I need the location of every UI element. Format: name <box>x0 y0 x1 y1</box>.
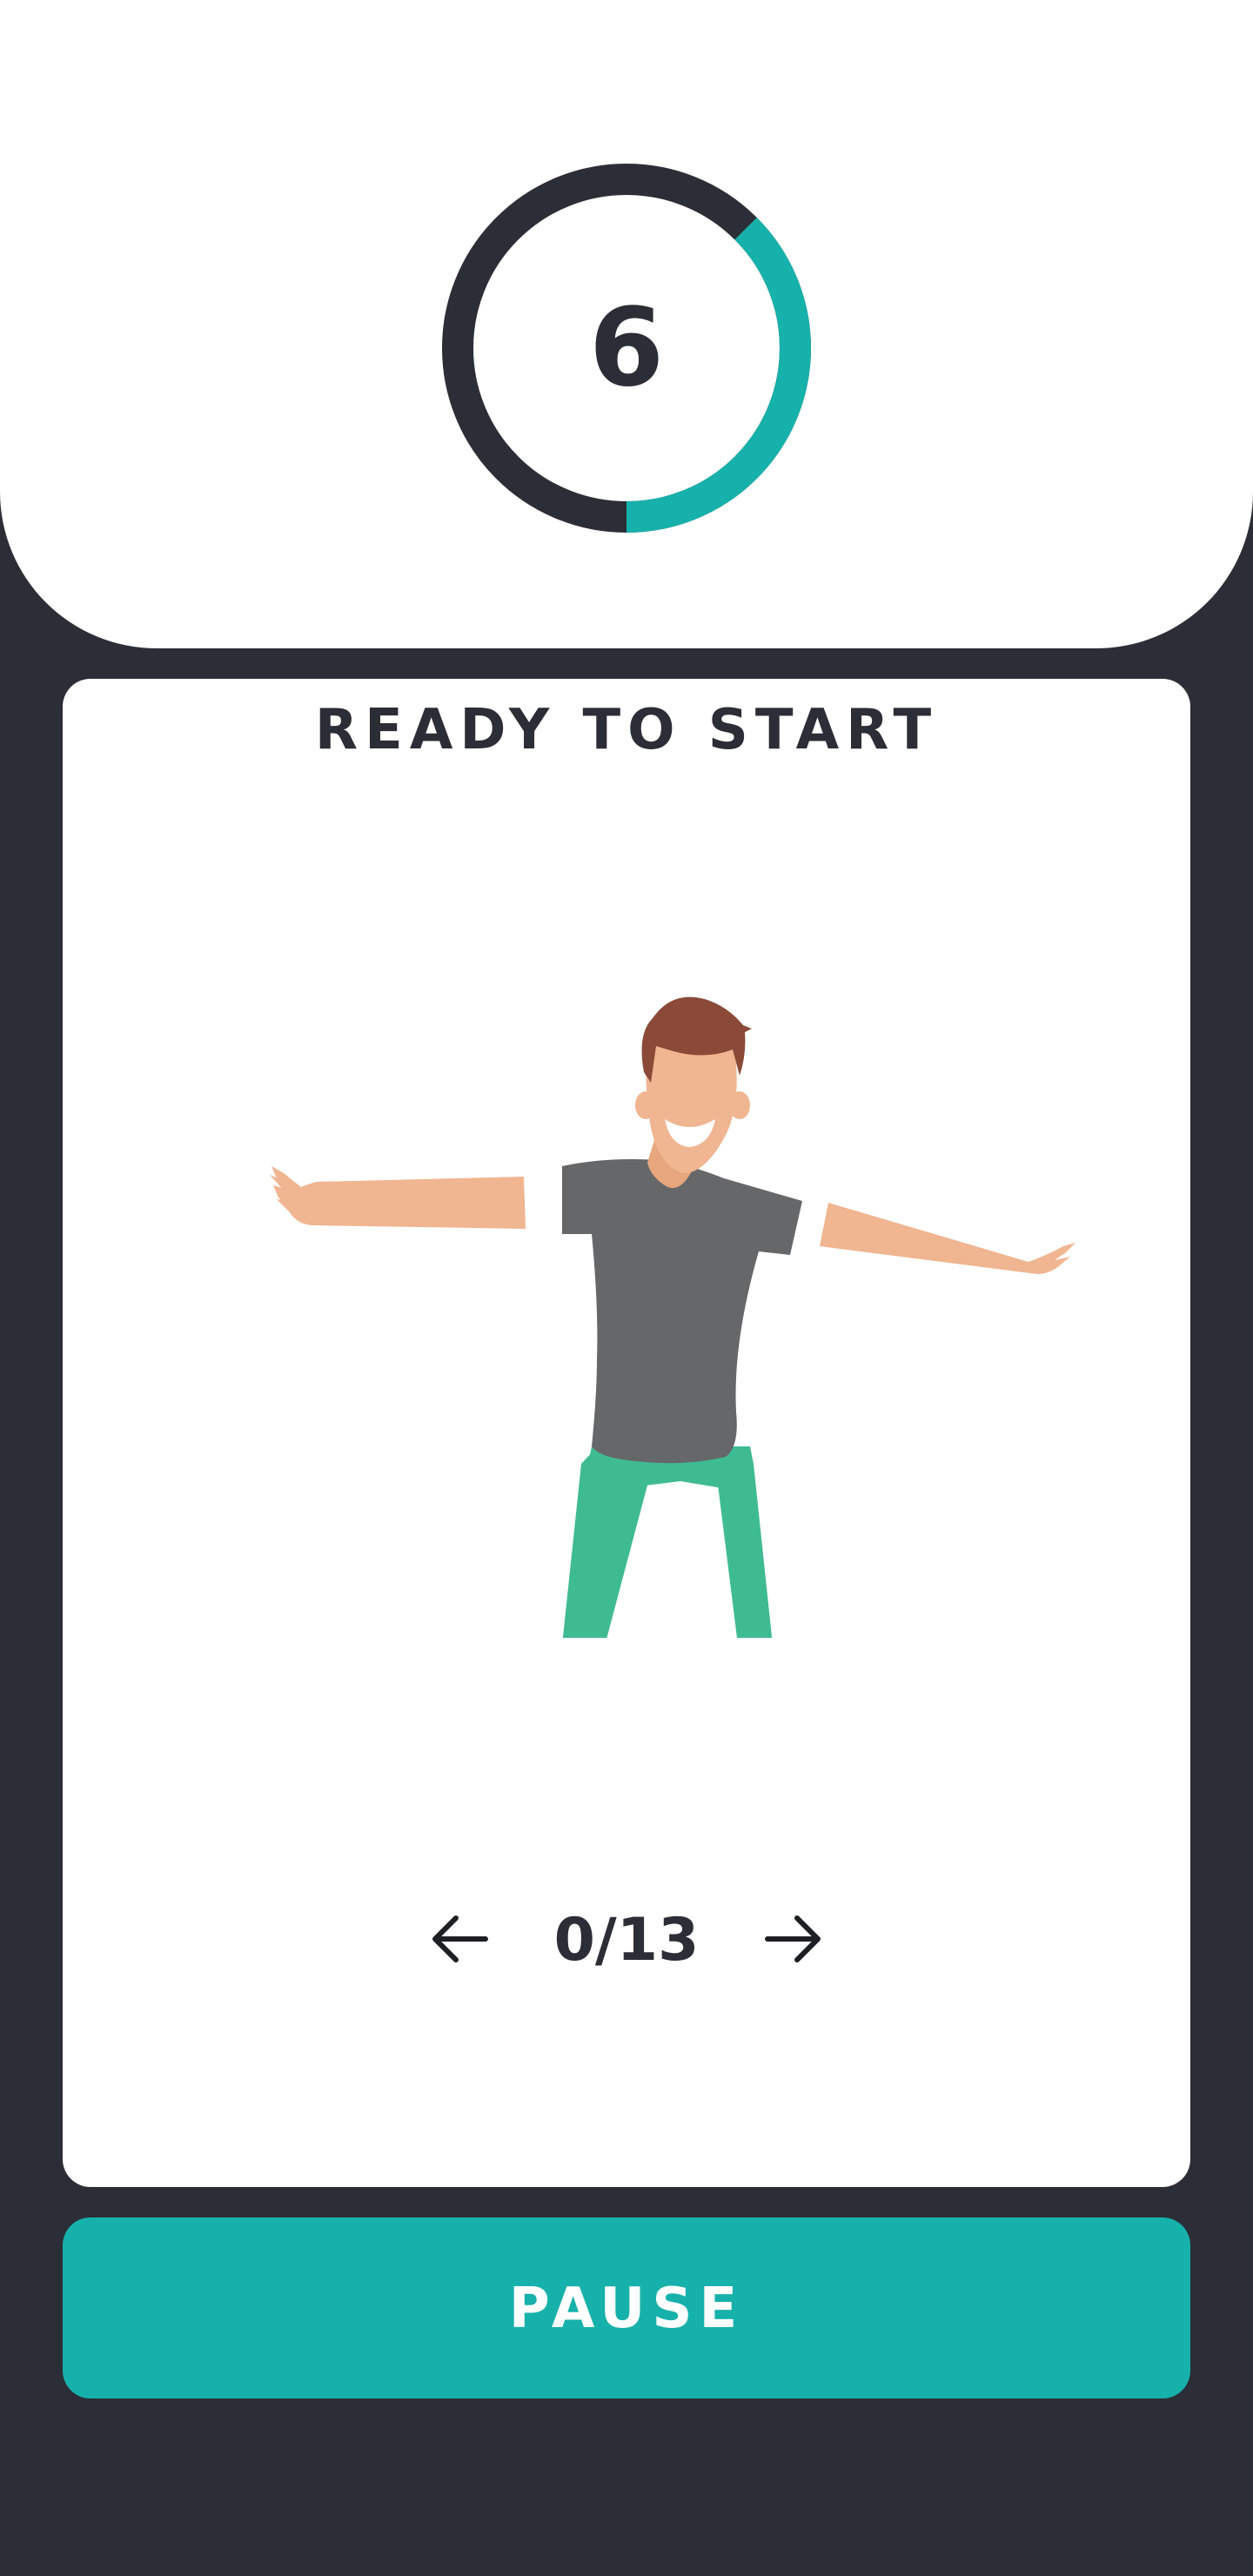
arrow-right-icon[interactable] <box>757 1904 827 1974</box>
pause-button[interactable]: PAUSE <box>63 2217 1190 2398</box>
countdown-timer: 6 <box>442 164 811 533</box>
timer-panel: 6 <box>0 0 1253 648</box>
exercise-navigation: 0/13 <box>63 1897 1190 1984</box>
exercise-title: READY TO START <box>314 698 939 762</box>
arrow-left-icon[interactable] <box>426 1904 496 1974</box>
right-arm <box>820 1203 1075 1274</box>
countdown-value: 6 <box>588 285 665 411</box>
exercise-illustration <box>270 996 1075 1638</box>
exercise-counter: 0/13 <box>553 1906 700 1975</box>
t-shirt <box>562 1159 802 1464</box>
exercise-card: READY TO START 0/13 <box>63 679 1190 2187</box>
